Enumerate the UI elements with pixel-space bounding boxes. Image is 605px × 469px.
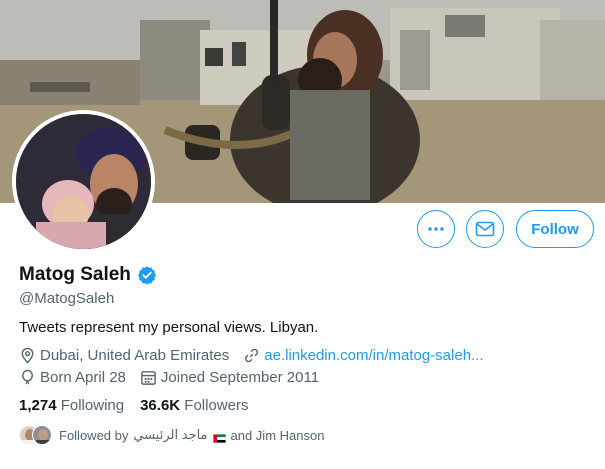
followers-label: Followers xyxy=(184,397,249,414)
profile-meta-row-2: Born April 28 Joined September 2011 xyxy=(19,369,333,386)
profile-meta-row-1: Dubai, United Arab Emirates ae.linkedin.… xyxy=(19,347,498,364)
uae-flag-icon xyxy=(212,431,226,443)
website-link[interactable]: ae.linkedin.com/in/matog-saleh... xyxy=(264,347,483,364)
name-row: Matog Saleh xyxy=(19,264,157,286)
verified-badge-icon[interactable] xyxy=(137,265,157,285)
joined-text: Joined September 2011 xyxy=(160,369,320,386)
follower-name-1[interactable]: ماجد الرئيسي xyxy=(133,427,207,443)
message-button[interactable] xyxy=(466,210,504,248)
location-item: Dubai, United Arab Emirates xyxy=(19,347,229,364)
more-options-button[interactable] xyxy=(417,210,455,248)
follow-button[interactable]: Follow xyxy=(516,210,594,248)
profile-bio: Tweets represent my personal views. Liby… xyxy=(19,319,319,336)
follower-avatar xyxy=(32,425,52,445)
link-icon xyxy=(245,348,259,363)
website-item[interactable]: ae.linkedin.com/in/matog-saleh... xyxy=(243,347,484,364)
balloon-icon xyxy=(22,369,33,385)
follow-stats: 1,274 Following 36.6K Followers xyxy=(19,397,264,414)
avatar-image xyxy=(16,114,151,249)
followed-by-avatars xyxy=(19,425,53,445)
followed-by-row[interactable]: Followed by ماجد الرئيسي and Jim Hanson xyxy=(19,425,324,445)
birthday-item: Born April 28 xyxy=(19,369,126,386)
envelope-icon xyxy=(475,221,495,237)
birthday-text: Born April 28 xyxy=(40,369,126,386)
profile-avatar[interactable] xyxy=(12,110,155,253)
following-label: Following xyxy=(60,397,125,414)
following-stat[interactable]: 1,274 Following xyxy=(19,397,124,414)
joined-item: Joined September 2011 xyxy=(140,369,319,386)
calendar-icon xyxy=(141,371,156,385)
following-count: 1,274 xyxy=(19,397,57,414)
user-handle: @MatogSaleh xyxy=(19,290,115,307)
location-text: Dubai, United Arab Emirates xyxy=(40,347,230,364)
more-icon xyxy=(428,227,444,231)
location-pin-icon xyxy=(21,347,34,364)
display-name: Matog Saleh xyxy=(19,264,131,285)
followers-stat[interactable]: 36.6K Followers xyxy=(140,397,248,414)
followers-count: 36.6K xyxy=(140,397,181,414)
followed-by-prefix: Followed by xyxy=(59,427,129,443)
followed-by-suffix: and Jim Hanson xyxy=(230,427,325,443)
